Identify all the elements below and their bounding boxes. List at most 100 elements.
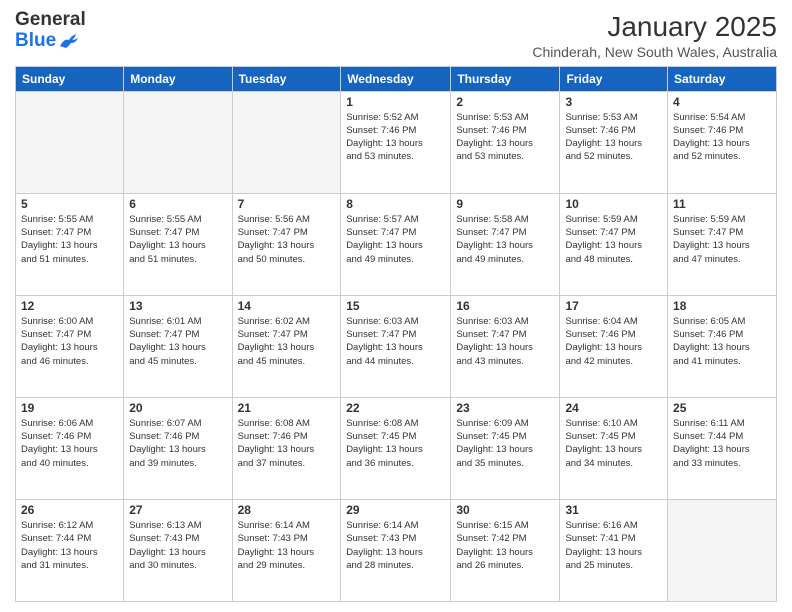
calendar-table: SundayMondayTuesdayWednesdayThursdayFrid… [15,66,777,602]
calendar-cell: 3Sunrise: 5:53 AM Sunset: 7:46 PM Daylig… [560,91,668,193]
day-info: Sunrise: 5:56 AM Sunset: 7:47 PM Dayligh… [238,213,336,266]
calendar-cell: 2 Sunrise: 5:53 AM Sunset: 7:46 PM Daylig… [451,91,560,193]
day-info: Sunrise: 6:09 AM Sunset: 7:45 PM Dayligh… [456,417,554,470]
day-info: Sunrise: 6:07 AM Sunset: 7:46 PM Dayligh… [129,417,226,470]
day-info: Sunrise: 6:08 AM Sunset: 7:46 PM Dayligh… [238,417,336,470]
logo-general: General [15,10,86,31]
page: General Blue January 2025 Chinderah, New… [0,0,792,612]
calendar-week-row: 12Sunrise: 6:00 AM Sunset: 7:47 PM Dayli… [16,295,777,397]
day-number: 7 [238,197,336,211]
day-number: 31 [565,503,662,517]
day-number: 24 [565,401,662,415]
calendar-cell [124,91,232,193]
day-number: 14 [238,299,336,313]
day-info: Sunrise: 6:06 AM Sunset: 7:46 PM Dayligh… [21,417,118,470]
calendar-cell: 19 Sunrise: 6:06 AM Sunset: 7:46 PM Dayli… [16,397,124,499]
day-number: 16 [456,299,554,313]
calendar-cell: 8Sunrise: 5:57 AM Sunset: 7:47 PM Daylig… [341,193,451,295]
day-number: 1 [346,95,445,109]
header: General Blue January 2025 Chinderah, New… [15,10,777,60]
calendar-cell: 10Sunrise: 5:59 AM Sunset: 7:47 PM Dayli… [560,193,668,295]
day-info: Sunrise: 5:58 AM Sunset: 7:47 PM Dayligh… [456,213,554,266]
calendar-cell: 11Sunrise: 5:59 AM Sunset: 7:47 PM Dayli… [668,193,777,295]
day-number: 3 [565,95,662,109]
calendar-cell: 12Sunrise: 6:00 AM Sunset: 7:47 PM Dayli… [16,295,124,397]
page-subtitle: Chinderah, New South Wales, Australia [532,44,777,60]
page-title: January 2025 [532,10,777,44]
day-number: 22 [346,401,445,415]
day-info: Sunrise: 5:53 AM Sunset: 7:46 PM Dayligh… [456,111,554,164]
calendar-cell: 30 Sunrise: 6:15 AM Sunset: 7:42 PM Dayli… [451,499,560,601]
day-number: 2 [456,95,554,109]
day-info: Sunrise: 5:54 AM Sunset: 7:46 PM Dayligh… [673,111,771,164]
day-info: Sunrise: 5:55 AM Sunset: 7:47 PM Dayligh… [129,213,226,266]
day-number: 8 [346,197,445,211]
calendar-week-row: 19 Sunrise: 6:06 AM Sunset: 7:46 PM Dayli… [16,397,777,499]
calendar-cell: 13Sunrise: 6:01 AM Sunset: 7:47 PM Dayli… [124,295,232,397]
calendar-cell: 16Sunrise: 6:03 AM Sunset: 7:47 PM Dayli… [451,295,560,397]
day-info: Sunrise: 6:05 AM Sunset: 7:46 PM Dayligh… [673,315,771,368]
day-number: 18 [673,299,771,313]
calendar-cell [232,91,341,193]
calendar-cell: 20 Sunrise: 6:07 AM Sunset: 7:46 PM Dayli… [124,397,232,499]
logo-blue: Blue [15,31,56,52]
calendar-cell: 29Sunrise: 6:14 AM Sunset: 7:43 PM Dayli… [341,499,451,601]
calendar-cell: 23 Sunrise: 6:09 AM Sunset: 7:45 PM Dayli… [451,397,560,499]
day-info: Sunrise: 6:08 AM Sunset: 7:45 PM Dayligh… [346,417,445,470]
calendar-cell: 18 Sunrise: 6:05 AM Sunset: 7:46 PM Dayli… [668,295,777,397]
calendar-cell: 24 Sunrise: 6:10 AM Sunset: 7:45 PM Dayli… [560,397,668,499]
calendar-cell: 6Sunrise: 5:55 AM Sunset: 7:47 PM Daylig… [124,193,232,295]
calendar-cell: 27 Sunrise: 6:13 AM Sunset: 7:43 PM Dayli… [124,499,232,601]
day-info: Sunrise: 6:02 AM Sunset: 7:47 PM Dayligh… [238,315,336,368]
weekday-header-monday: Monday [124,66,232,91]
calendar-cell: 17 Sunrise: 6:04 AM Sunset: 7:46 PM Dayli… [560,295,668,397]
weekday-header-saturday: Saturday [668,66,777,91]
calendar-cell: 14 Sunrise: 6:02 AM Sunset: 7:47 PM Dayli… [232,295,341,397]
day-number: 20 [129,401,226,415]
day-info: Sunrise: 6:16 AM Sunset: 7:41 PM Dayligh… [565,519,662,572]
weekday-header-row: SundayMondayTuesdayWednesdayThursdayFrid… [16,66,777,91]
weekday-header-tuesday: Tuesday [232,66,341,91]
calendar-week-row: 26 Sunrise: 6:12 AM Sunset: 7:44 PM Dayli… [16,499,777,601]
day-info: Sunrise: 6:04 AM Sunset: 7:46 PM Dayligh… [565,315,662,368]
day-info: Sunrise: 6:01 AM Sunset: 7:47 PM Dayligh… [129,315,226,368]
calendar-cell: 9Sunrise: 5:58 AM Sunset: 7:47 PM Daylig… [451,193,560,295]
calendar-cell: 22 Sunrise: 6:08 AM Sunset: 7:45 PM Dayli… [341,397,451,499]
calendar-body: 1 Sunrise: 5:52 AM Sunset: 7:46 PM Daylig… [16,91,777,601]
calendar-cell: 7 Sunrise: 5:56 AM Sunset: 7:47 PM Daylig… [232,193,341,295]
day-number: 26 [21,503,118,517]
day-number: 27 [129,503,226,517]
day-info: Sunrise: 6:13 AM Sunset: 7:43 PM Dayligh… [129,519,226,572]
day-number: 17 [565,299,662,313]
calendar-header: SundayMondayTuesdayWednesdayThursdayFrid… [16,66,777,91]
logo-bird-icon [58,32,80,50]
calendar-cell: 5Sunrise: 5:55 AM Sunset: 7:47 PM Daylig… [16,193,124,295]
day-info: Sunrise: 6:12 AM Sunset: 7:44 PM Dayligh… [21,519,118,572]
weekday-header-sunday: Sunday [16,66,124,91]
day-number: 25 [673,401,771,415]
title-block: January 2025 Chinderah, New South Wales,… [532,10,777,60]
day-info: Sunrise: 5:52 AM Sunset: 7:46 PM Dayligh… [346,111,445,164]
calendar-cell: 4 Sunrise: 5:54 AM Sunset: 7:46 PM Daylig… [668,91,777,193]
calendar-cell: 15Sunrise: 6:03 AM Sunset: 7:47 PM Dayli… [341,295,451,397]
calendar-cell: 21 Sunrise: 6:08 AM Sunset: 7:46 PM Dayli… [232,397,341,499]
day-info: Sunrise: 6:10 AM Sunset: 7:45 PM Dayligh… [565,417,662,470]
calendar-cell: 25 Sunrise: 6:11 AM Sunset: 7:44 PM Dayli… [668,397,777,499]
day-info: Sunrise: 6:14 AM Sunset: 7:43 PM Dayligh… [346,519,445,572]
day-info: Sunrise: 6:14 AM Sunset: 7:43 PM Dayligh… [238,519,336,572]
day-number: 28 [238,503,336,517]
calendar-cell [668,499,777,601]
calendar-week-row: 1 Sunrise: 5:52 AM Sunset: 7:46 PM Daylig… [16,91,777,193]
day-info: Sunrise: 6:11 AM Sunset: 7:44 PM Dayligh… [673,417,771,470]
day-number: 4 [673,95,771,109]
day-number: 15 [346,299,445,313]
day-number: 21 [238,401,336,415]
day-number: 30 [456,503,554,517]
day-number: 23 [456,401,554,415]
calendar-cell: 26 Sunrise: 6:12 AM Sunset: 7:44 PM Dayli… [16,499,124,601]
day-number: 12 [21,299,118,313]
calendar-cell [16,91,124,193]
day-number: 19 [21,401,118,415]
weekday-header-friday: Friday [560,66,668,91]
day-info: Sunrise: 6:15 AM Sunset: 7:42 PM Dayligh… [456,519,554,572]
